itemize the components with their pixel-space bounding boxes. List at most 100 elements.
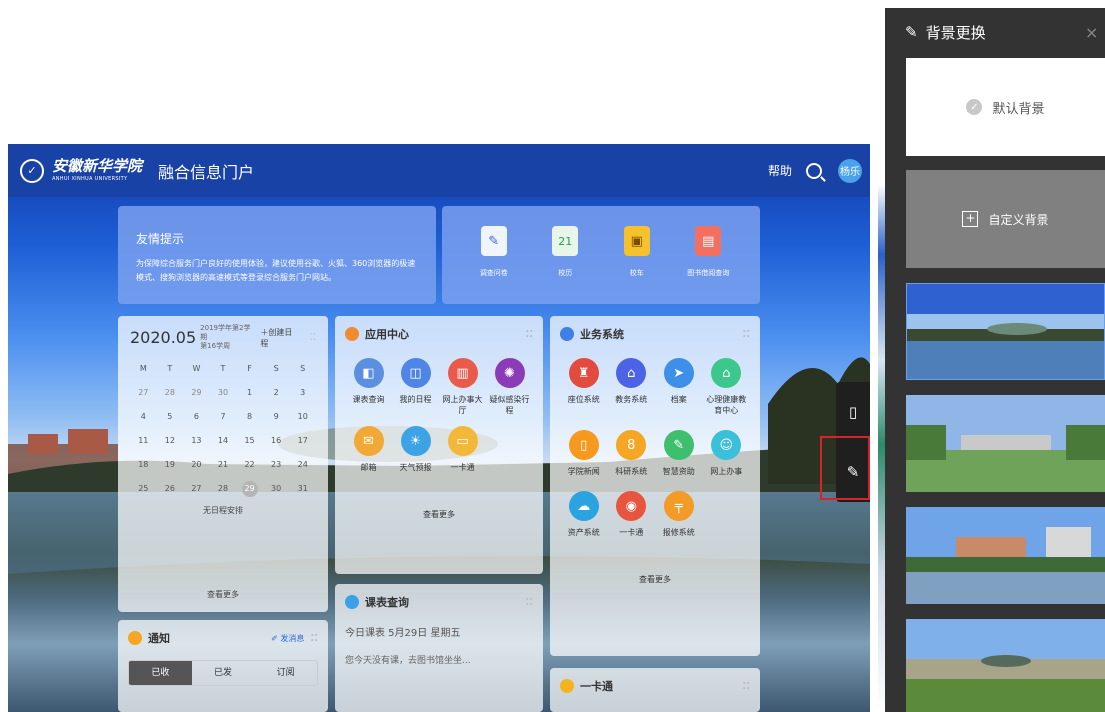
calendar-semester: 2019学年第2学期 第16学周 bbox=[200, 324, 256, 351]
app-item[interactable]: 8 科研系统 bbox=[608, 430, 656, 477]
calendar-empty-text: 无日程安排 bbox=[203, 506, 243, 515]
drag-handle-icon[interactable]: ⁚⁚ bbox=[742, 681, 750, 692]
calendar-day[interactable]: 28 bbox=[210, 477, 237, 501]
quick-link-bus[interactable]: ▣ 校车 bbox=[608, 226, 666, 278]
notification-card: 通知 ✐ 发消息 ⁚⁚ 已收 已发 订阅 bbox=[118, 620, 328, 712]
background-thumbnail[interactable] bbox=[906, 619, 1105, 712]
calendar-day[interactable]: 4 bbox=[130, 405, 157, 429]
calendar-day[interactable]: 19 bbox=[157, 453, 184, 477]
calendar-day[interactable]: 28 bbox=[157, 381, 184, 405]
calendar-day[interactable]: 20 bbox=[183, 453, 210, 477]
create-event-button[interactable]: ＋创建日程 bbox=[260, 327, 299, 349]
user-avatar[interactable]: 杨乐 bbox=[838, 158, 862, 183]
app-icon: ╤ bbox=[663, 491, 694, 521]
calendar-day[interactable]: 30 bbox=[210, 381, 237, 405]
app-item[interactable]: ☀ 天气预报 bbox=[392, 426, 439, 473]
day-number: 3 bbox=[300, 388, 306, 397]
calendar-day[interactable]: 18 bbox=[130, 453, 157, 477]
calendar-day[interactable]: 16 bbox=[263, 429, 290, 453]
school-name-en: ANHUI XINHUA UNIVERSITY bbox=[52, 176, 128, 182]
calendar-day[interactable]: 1 bbox=[236, 381, 263, 405]
app-icon: ☁ bbox=[568, 491, 599, 521]
notification-icon bbox=[128, 631, 142, 645]
day-number: 15 bbox=[244, 436, 255, 445]
app-label: 我的日程 bbox=[399, 395, 432, 404]
app-item[interactable]: ☁ 资产系统 bbox=[560, 491, 608, 538]
calendar-day[interactable]: 12 bbox=[157, 429, 184, 453]
calendar-day[interactable]: 6 bbox=[183, 405, 210, 429]
calendar-month: 2020.05 bbox=[130, 328, 197, 347]
calendar-day[interactable]: 26 bbox=[157, 477, 184, 501]
default-background-option[interactable]: ✓ 默认背景 bbox=[906, 58, 1105, 156]
calendar-day[interactable]: 21 bbox=[210, 453, 237, 477]
calendar-day[interactable]: 10 bbox=[289, 405, 316, 429]
school-logo-icon[interactable]: ✓ bbox=[20, 158, 44, 183]
calendar-day[interactable]: 29 bbox=[236, 477, 263, 501]
tab-sent[interactable]: 已发 bbox=[192, 661, 255, 685]
app-item[interactable]: ✺ 疑似感染行程 bbox=[486, 358, 533, 416]
tab-received[interactable]: 已收 bbox=[129, 661, 192, 685]
calendar-day[interactable]: 31 bbox=[289, 477, 316, 501]
quick-link-library[interactable]: ▤ 图书借阅查询 bbox=[679, 226, 737, 278]
calendar-day[interactable]: 24 bbox=[289, 453, 316, 477]
calendar-day[interactable]: 7 bbox=[210, 405, 237, 429]
app-item[interactable]: ⌂ 教务系统 bbox=[608, 358, 656, 416]
calendar-day[interactable]: 25 bbox=[130, 477, 157, 501]
calendar-day[interactable]: 13 bbox=[183, 429, 210, 453]
day-number: 10 bbox=[297, 412, 308, 421]
calendar-day[interactable]: 22 bbox=[236, 453, 263, 477]
background-thumbnail[interactable] bbox=[906, 507, 1105, 604]
drag-handle-icon[interactable]: ⁚⁚ bbox=[742, 329, 750, 340]
app-item[interactable]: ▯ 学院新闻 bbox=[560, 430, 608, 477]
app-center-more-link[interactable]: 查看更多 bbox=[345, 509, 533, 520]
calendar-day[interactable]: 5 bbox=[157, 405, 184, 429]
app-item[interactable]: ✎ 智慧资助 bbox=[655, 430, 703, 477]
calendar-day[interactable]: 23 bbox=[263, 453, 290, 477]
app-item[interactable]: ◧ 课表查询 bbox=[345, 358, 392, 416]
drag-handle-icon[interactable]: ⁚⁚ bbox=[310, 633, 318, 644]
calendar-more-link[interactable]: 查看更多 bbox=[118, 589, 328, 600]
drag-handle-icon[interactable]: ⁚⁚ bbox=[310, 332, 316, 343]
app-item[interactable]: ⌂ 心理健康教育中心 bbox=[703, 358, 751, 416]
app-label: 档案 bbox=[670, 395, 687, 404]
calendar-day[interactable]: 30 bbox=[263, 477, 290, 501]
app-item[interactable]: ◉ 一卡通 bbox=[608, 491, 656, 538]
app-item[interactable]: ╤ 报修系统 bbox=[655, 491, 703, 538]
calendar-day[interactable]: 9 bbox=[263, 405, 290, 429]
calendar-day[interactable]: 8 bbox=[236, 405, 263, 429]
calendar-day[interactable]: 27 bbox=[183, 477, 210, 501]
app-item[interactable]: ✉ 邮箱 bbox=[345, 426, 392, 473]
app-item[interactable]: ➤ 档案 bbox=[655, 358, 703, 416]
calendar-weekdays: MTWTFSS bbox=[130, 357, 316, 381]
background-thumbnail[interactable] bbox=[906, 283, 1105, 380]
day-number: 22 bbox=[244, 460, 255, 469]
search-icon[interactable] bbox=[806, 162, 822, 179]
drag-handle-icon[interactable]: ⁚⁚ bbox=[525, 329, 533, 340]
calendar-day[interactable]: 27 bbox=[130, 381, 157, 405]
background-thumbnail[interactable] bbox=[906, 395, 1105, 492]
business-more-link[interactable]: 查看更多 bbox=[560, 574, 750, 585]
close-icon[interactable]: × bbox=[1085, 23, 1105, 42]
app-item[interactable]: ♜ 座位系统 bbox=[560, 358, 608, 416]
day-number: 27 bbox=[138, 388, 149, 397]
calendar-day[interactable]: 17 bbox=[289, 429, 316, 453]
quick-link-survey[interactable]: ✎ 调查问卷 bbox=[465, 226, 523, 278]
app-item[interactable]: ▭ 一卡通 bbox=[439, 426, 486, 473]
calendar-day[interactable]: 11 bbox=[130, 429, 157, 453]
tab-subscribed[interactable]: 订阅 bbox=[254, 661, 317, 685]
calendar-day[interactable]: 2 bbox=[263, 381, 290, 405]
send-message-button[interactable]: ✐ 发消息 bbox=[271, 633, 304, 644]
help-link[interactable]: 帮助 bbox=[768, 162, 792, 179]
app-item[interactable]: ☺ 网上办事 bbox=[703, 430, 751, 477]
calendar-day[interactable]: 14 bbox=[210, 429, 237, 453]
quick-link-calendar[interactable]: 21 校历 bbox=[536, 226, 594, 278]
calendar-day[interactable]: 29 bbox=[183, 381, 210, 405]
course-title: 课表查询 bbox=[365, 596, 409, 609]
calendar-day[interactable]: 15 bbox=[236, 429, 263, 453]
layout-icon[interactable]: ▯ bbox=[849, 403, 857, 421]
custom-background-button[interactable]: + 自定义背景 bbox=[906, 170, 1105, 268]
app-item[interactable]: ▥ 网上办事大厅 bbox=[439, 358, 486, 416]
app-item[interactable]: ◫ 我的日程 bbox=[392, 358, 439, 416]
drag-handle-icon[interactable]: ⁚⁚ bbox=[525, 597, 533, 608]
calendar-day[interactable]: 3 bbox=[289, 381, 316, 405]
